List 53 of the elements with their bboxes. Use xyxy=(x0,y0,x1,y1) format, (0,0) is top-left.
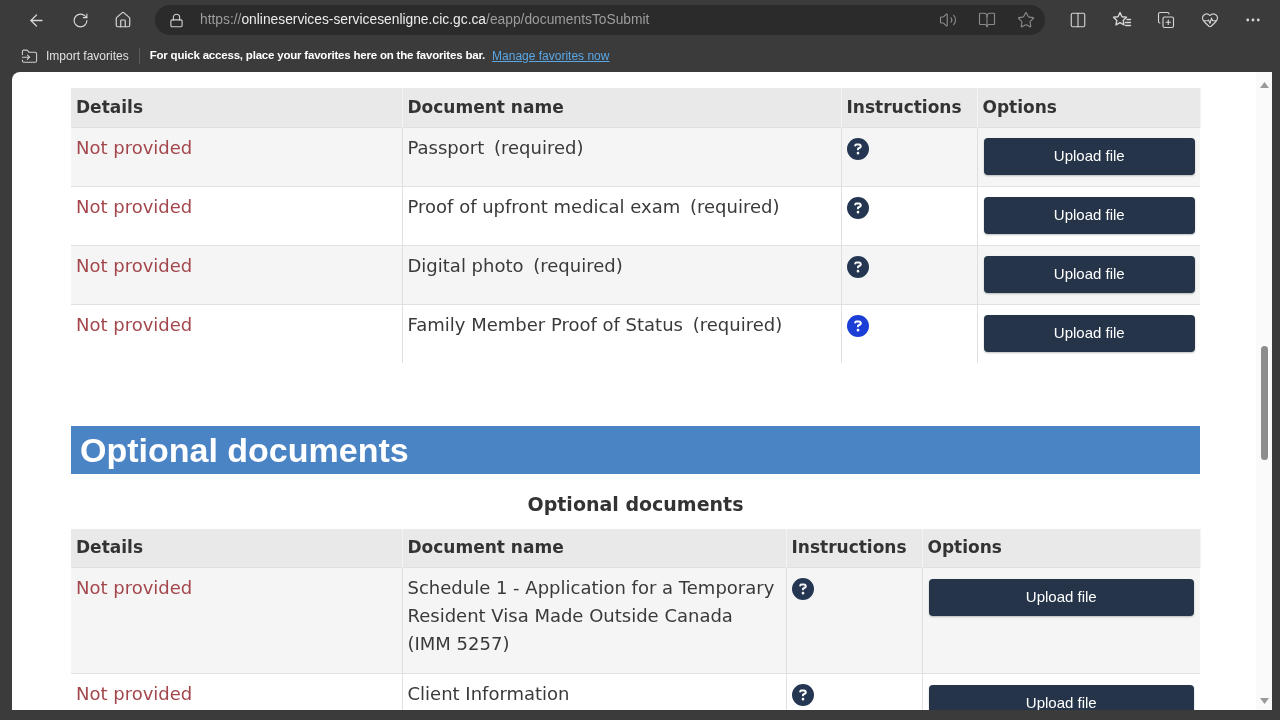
column-header: Instructions xyxy=(841,88,977,127)
upload-file-button[interactable]: Upload file xyxy=(983,196,1195,234)
document-name: Client Information xyxy=(407,683,570,704)
import-favorites-icon[interactable] xyxy=(21,47,38,65)
status-text: Not provided xyxy=(76,577,193,598)
status-text: Not provided xyxy=(76,254,193,276)
help-icon[interactable] xyxy=(846,255,869,278)
help-icon[interactable] xyxy=(791,578,814,600)
status-text: Not provided xyxy=(76,313,193,335)
document-name: Digital photo (required) xyxy=(407,254,623,276)
book-icon[interactable] xyxy=(978,11,996,29)
scrollbar-thumb[interactable] xyxy=(1260,346,1268,460)
manage-favorites-link[interactable]: Manage favorites now xyxy=(492,47,610,65)
favorites-list-icon[interactable] xyxy=(1112,11,1132,29)
favorites-bar-message: For quick access, place your favorites here on the favorites bar. xyxy=(149,48,486,64)
heart-pulse-icon[interactable] xyxy=(1201,11,1219,29)
status-text: Not provided xyxy=(76,136,193,158)
url-text: https://onlineservices-servicesenligne.cic.gc.ca/eapp/documentsToSubmit xyxy=(200,10,650,29)
table-caption: Optional documents xyxy=(527,492,744,518)
column-header: Document name xyxy=(402,88,841,127)
collections-icon[interactable] xyxy=(1157,11,1175,29)
column-header: Options xyxy=(977,88,1200,127)
scroll-down-arrow-icon[interactable] xyxy=(1259,698,1269,704)
scroll-up-arrow-icon[interactable] xyxy=(1259,82,1269,88)
column-header: Instructions xyxy=(786,528,922,568)
scrollbar[interactable] xyxy=(1256,72,1272,710)
document-name: Passport (required) xyxy=(407,136,584,158)
upload-file-button[interactable]: Upload file xyxy=(928,579,1194,616)
home-icon[interactable] xyxy=(114,11,132,29)
help-icon[interactable] xyxy=(846,314,869,337)
star-icon[interactable] xyxy=(1017,11,1035,29)
lock-icon xyxy=(169,12,184,28)
speaker-icon[interactable] xyxy=(939,11,957,29)
document-name: Schedule 1 - Application for a Temporary Resident Visa Made Outside Canada (IMM 5257) xyxy=(407,577,775,654)
column-header: Document name xyxy=(402,528,786,568)
upload-file-button[interactable]: Upload file xyxy=(983,255,1195,293)
column-header: Options xyxy=(922,528,1200,568)
column-header: Details xyxy=(71,88,402,127)
column-header: Details xyxy=(71,528,402,568)
address-bar[interactable]: https://onlineservices-servicesenligne.cic.gc.ca/eapp/documentsToSubmit xyxy=(155,5,1045,35)
help-icon[interactable] xyxy=(791,684,814,706)
split-screen-icon[interactable] xyxy=(1069,11,1087,29)
help-icon[interactable] xyxy=(846,137,869,160)
document-name: Proof of upfront medical exam (required) xyxy=(407,195,780,217)
status-text: Not provided xyxy=(76,683,193,704)
section-title: Optional documents xyxy=(80,432,409,467)
import-favorites-link[interactable]: Import favorites xyxy=(46,47,129,65)
upload-file-button[interactable]: Upload file xyxy=(983,137,1195,175)
document-name: Family Member Proof of Status (required) xyxy=(407,313,783,335)
upload-file-button[interactable]: Upload file xyxy=(983,314,1195,352)
status-text: Not provided xyxy=(76,195,193,217)
refresh-icon[interactable] xyxy=(71,11,89,29)
help-icon[interactable] xyxy=(846,196,869,219)
